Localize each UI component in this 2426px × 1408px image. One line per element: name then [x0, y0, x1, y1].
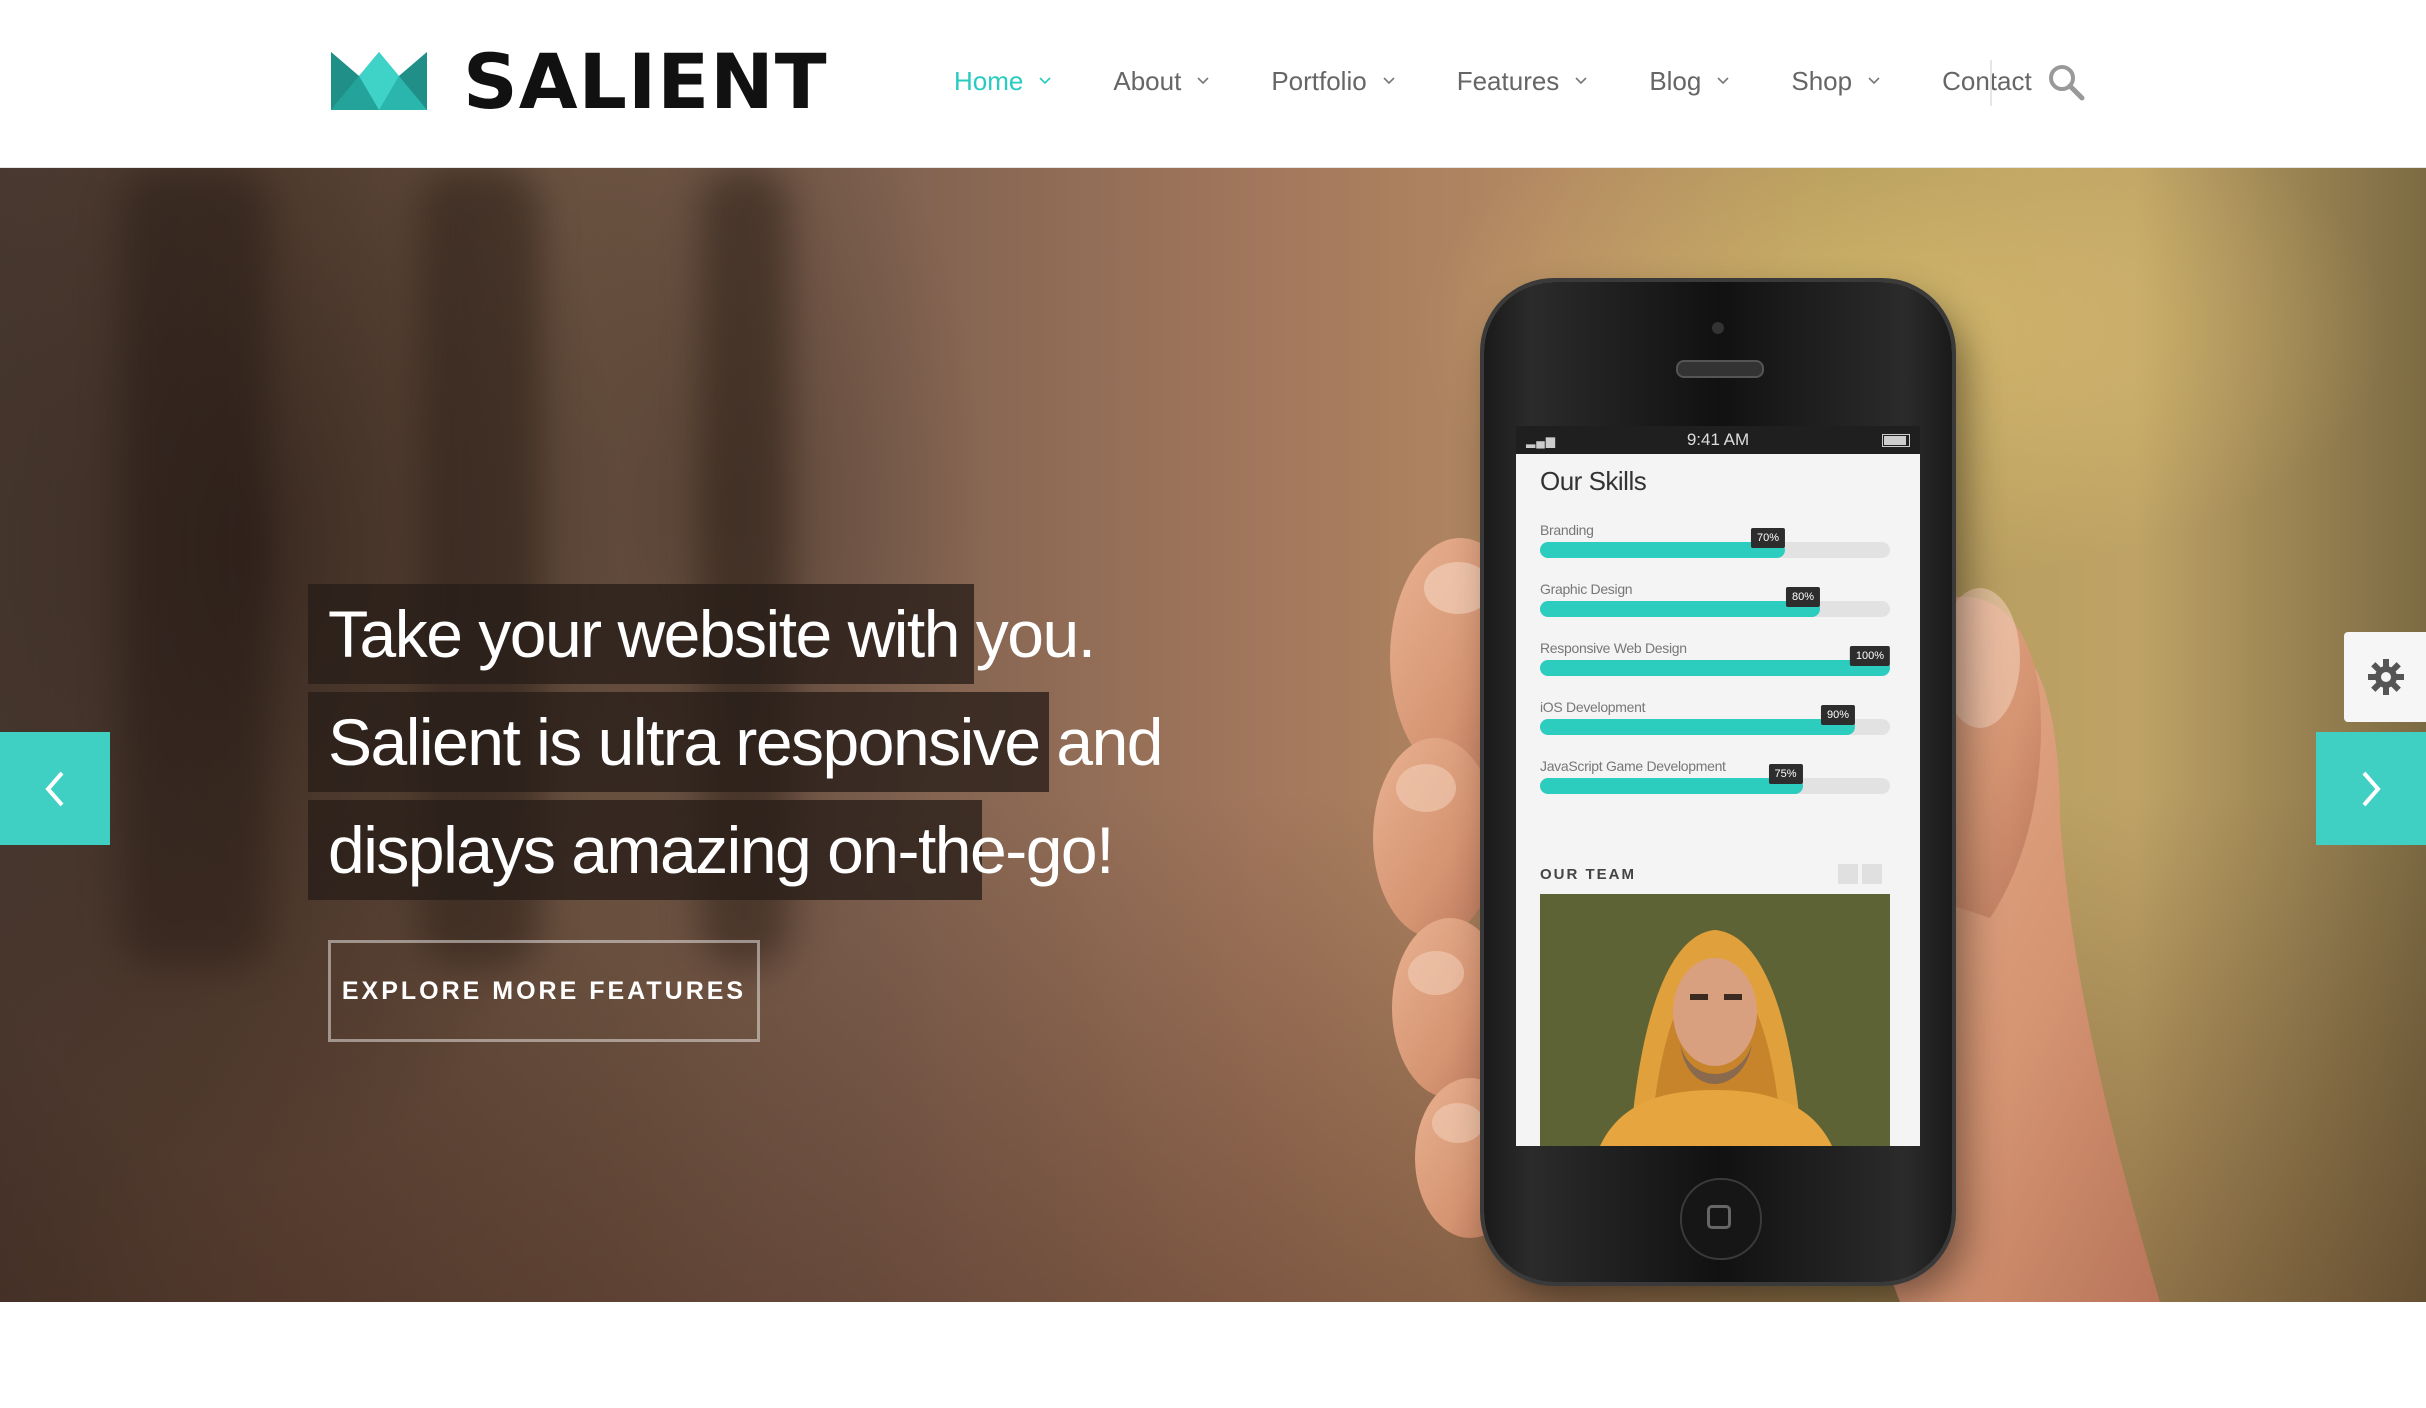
- search-icon[interactable]: [2046, 62, 2086, 102]
- phone-speaker: [1676, 360, 1764, 378]
- phone-screen: ▂▄▆ 9:41 AM Our Skills Branding 70% Graphi…: [1516, 426, 1920, 1146]
- chevron-right-icon: [2362, 771, 2381, 807]
- status-time: 9:41 AM: [1686, 430, 1750, 449]
- skills-title: Our Skills: [1540, 466, 1647, 496]
- phone-status-bar: ▂▄▆ 9:41 AM: [1516, 426, 1920, 454]
- slider-prev-button[interactable]: [0, 732, 110, 845]
- headline-line: Take your website with you.: [308, 584, 1096, 684]
- skill-name: Branding: [1540, 522, 1594, 538]
- team-title: OUR TEAM: [1540, 866, 1636, 883]
- phone-camera: [1712, 322, 1724, 334]
- signal-icon: ▂▄▆: [1526, 434, 1556, 448]
- nav-item-portfolio[interactable]: Portfolio: [1271, 58, 1395, 104]
- skill-fill: [1540, 660, 1890, 676]
- team-member-photo: [1540, 894, 1890, 1146]
- chevron-down-icon: [1383, 77, 1395, 85]
- chevron-left-icon: [45, 771, 64, 807]
- phone-mockup: ▂▄▆ 9:41 AM Our Skills Branding 70% Graphi…: [1484, 282, 1952, 1282]
- nav-item-features[interactable]: Features: [1457, 58, 1588, 104]
- skill-item: Responsive Web Design 100%: [1540, 640, 1890, 676]
- nav-label: Home: [954, 66, 1024, 96]
- chevron-down-icon: [1039, 77, 1051, 85]
- skill-percent-label: 100%: [1849, 646, 1890, 666]
- skill-percent-label: 80%: [1785, 587, 1820, 607]
- chevron-down-icon: [1575, 77, 1587, 85]
- nav-label: Features: [1456, 66, 1560, 96]
- skill-track: 70%: [1540, 528, 1890, 558]
- nav-item-home[interactable]: Home: [954, 58, 1051, 104]
- phone-home-button: [1680, 1178, 1762, 1260]
- skill-fill: [1540, 601, 1820, 617]
- skill-track: 75%: [1540, 764, 1890, 794]
- main-nav: Home About Portfolio Features Blog Shop …: [954, 58, 2032, 104]
- nav-label: Contact: [1942, 66, 2032, 96]
- chevron-down-icon: [1717, 77, 1729, 85]
- explore-features-button[interactable]: EXPLORE MORE FEATURES: [328, 940, 760, 1042]
- hero-slider: ▂▄▆ 9:41 AM Our Skills Branding 70% Graphi…: [0, 168, 2426, 1302]
- nav-label: Blog: [1649, 66, 1702, 96]
- settings-button[interactable]: [2344, 632, 2426, 722]
- skill-percent-label: 70%: [1750, 528, 1785, 548]
- slider-next-button[interactable]: [2316, 732, 2426, 845]
- crown-logo-icon[interactable]: [331, 52, 427, 110]
- skill-fill: [1540, 542, 1785, 558]
- skill-name: Responsive Web Design: [1540, 640, 1687, 656]
- headline-line: Salient is ultra responsive and: [308, 692, 1164, 792]
- nav-item-blog[interactable]: Blog: [1649, 58, 1729, 104]
- nav-item-contact[interactable]: Contact: [1942, 58, 2032, 104]
- skill-item: JavaScript Game Development 75%: [1540, 758, 1890, 794]
- skill-track: 90%: [1540, 705, 1890, 735]
- skill-percent-label: 90%: [1820, 705, 1855, 725]
- chevron-down-icon: [1868, 77, 1880, 85]
- headline-line: displays amazing on-the-go!: [308, 800, 1114, 900]
- skill-item: Graphic Design 80%: [1540, 581, 1890, 617]
- team-next-button[interactable]: [1862, 864, 1882, 884]
- nav-label: Portfolio: [1271, 66, 1367, 96]
- skill-item: iOS Development 90%: [1540, 699, 1890, 735]
- skill-track: 100%: [1540, 646, 1890, 676]
- skill-item: Branding 70%: [1540, 522, 1890, 558]
- brand-name[interactable]: SALIENT: [463, 38, 828, 126]
- battery-icon: [1882, 434, 1910, 447]
- skill-percent-label: 75%: [1768, 764, 1803, 784]
- gear-icon: [2368, 659, 2404, 695]
- skill-track: 80%: [1540, 587, 1890, 617]
- skill-fill: [1540, 719, 1855, 735]
- skill-name: JavaScript Game Development: [1540, 758, 1726, 774]
- chevron-down-icon: [1197, 77, 1209, 85]
- nav-item-about[interactable]: About: [1113, 58, 1209, 104]
- nav-item-shop[interactable]: Shop: [1791, 58, 1880, 104]
- skill-fill: [1540, 778, 1803, 794]
- nav-label: Shop: [1791, 66, 1853, 96]
- site-header: SALIENT Home About Portfolio Features Bl…: [0, 0, 2426, 168]
- team-prev-button[interactable]: [1838, 864, 1858, 884]
- nav-divider: [1990, 60, 1992, 106]
- nav-label: About: [1113, 66, 1182, 96]
- skill-name: Graphic Design: [1540, 581, 1633, 597]
